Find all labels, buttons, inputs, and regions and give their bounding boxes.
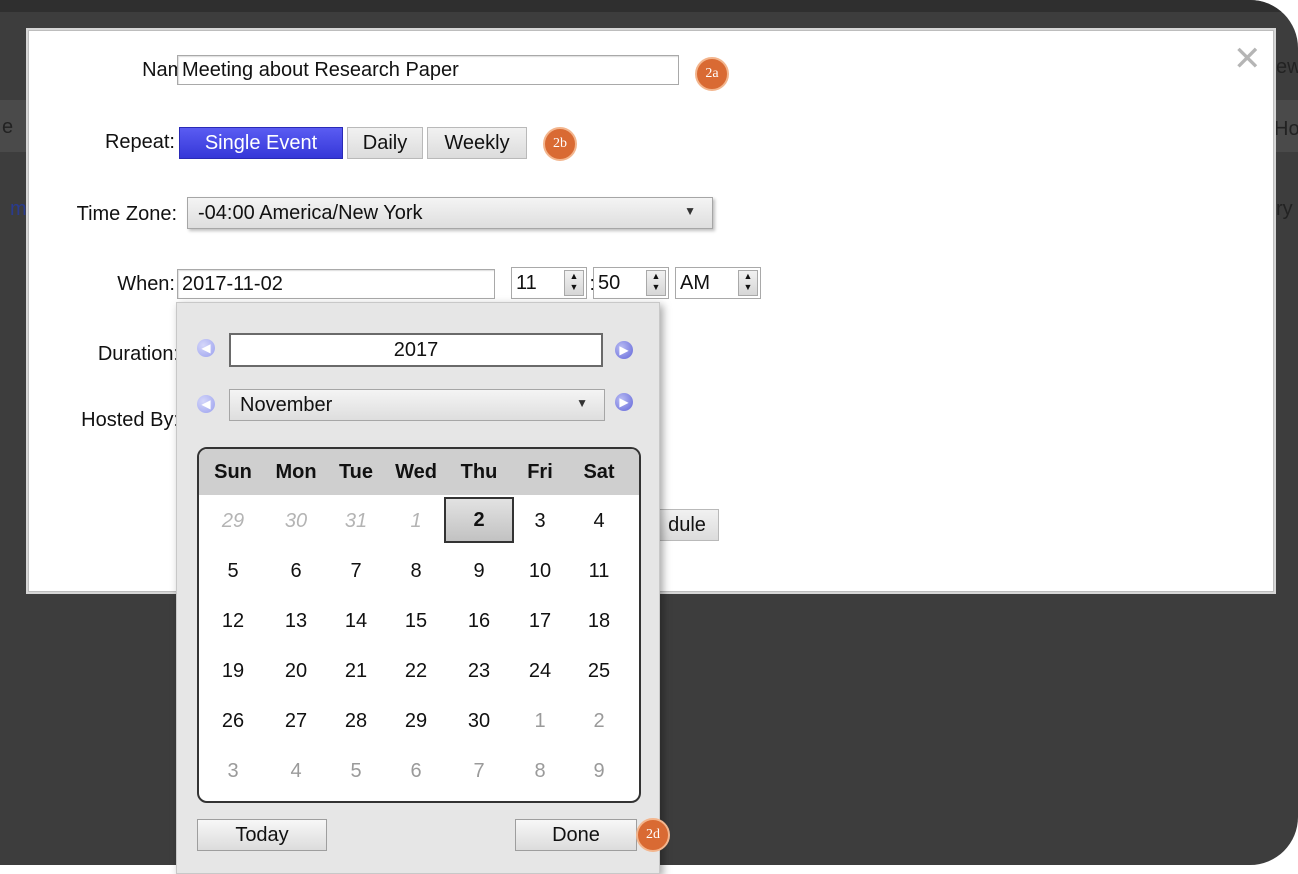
name-input[interactable]	[177, 55, 679, 85]
weekday-mon: Mon	[275, 460, 317, 483]
day-cell[interactable]: 12	[202, 597, 264, 645]
chevron-down-icon: ▼	[576, 396, 588, 410]
chevron-down-icon: ▼	[684, 204, 696, 218]
schedule-button-label: dule	[668, 513, 706, 536]
timezone-value: -04:00 America/New York	[198, 201, 423, 224]
day-cell[interactable]: 11	[568, 547, 630, 595]
hour-value: 11	[516, 271, 537, 294]
day-cell[interactable]: 6	[385, 747, 447, 795]
repeat-daily-button[interactable]: Daily	[347, 127, 423, 159]
day-cell[interactable]: 29	[385, 697, 447, 745]
day-cell[interactable]: 3	[202, 747, 264, 795]
day-cell[interactable]: 28	[325, 697, 387, 745]
day-cell[interactable]: 29	[202, 497, 264, 545]
day-cell[interactable]: 3	[509, 497, 571, 545]
weekday-thu: Thu	[460, 460, 498, 483]
weekday-fri: Fri	[527, 460, 553, 483]
spinner-arrows-icon[interactable]: ▲ ▼	[646, 270, 666, 296]
repeat-label: Repeat:	[104, 131, 175, 153]
repeat-single-event-button[interactable]: Single Event	[179, 127, 343, 159]
day-cell[interactable]: 14	[325, 597, 387, 645]
day-cell[interactable]: 5	[202, 547, 264, 595]
weekday-wed: Wed	[395, 460, 437, 483]
day-cell[interactable]: 19	[202, 647, 264, 695]
day-cell[interactable]: 8	[385, 547, 447, 595]
weekday-tue: Tue	[338, 460, 374, 483]
day-cell[interactable]: 1	[509, 697, 571, 745]
hosted-by-label: Hosted By:	[81, 409, 179, 431]
month-value: November	[240, 393, 333, 416]
day-cell[interactable]: 8	[509, 747, 571, 795]
overlay-top-edge	[0, 0, 1298, 12]
day-cell[interactable]: 16	[448, 597, 510, 645]
day-cell[interactable]: 4	[568, 497, 630, 545]
weekday-sat: Sat	[583, 460, 615, 483]
day-cell[interactable]: 18	[568, 597, 630, 645]
day-cell[interactable]: 2	[568, 697, 630, 745]
prev-year-icon[interactable]: ◀	[197, 339, 215, 357]
day-cell[interactable]: 21	[325, 647, 387, 695]
background-text-right-2: Ho	[1274, 118, 1298, 140]
day-cell[interactable]: 26	[202, 697, 264, 745]
day-cell[interactable]: 5	[325, 747, 387, 795]
calendar-grid: Sun Mon Tue Wed Thu Fri Sat 29 30 31 1 2 3 4 5 6 7 8 9 10 1…	[197, 447, 641, 803]
background-text-left: e	[2, 116, 14, 138]
background-text-right-3: ry	[1276, 198, 1293, 220]
annotation-badge-2b: 2b	[543, 127, 577, 161]
year-display[interactable]: 2017	[229, 333, 603, 367]
weekday-sun: Sun	[214, 460, 252, 483]
day-cell[interactable]: 4	[265, 747, 327, 795]
day-cell[interactable]: 24	[509, 647, 571, 695]
when-label: When:	[117, 273, 175, 295]
day-cell[interactable]: 6	[265, 547, 327, 595]
spinner-arrows-icon[interactable]: ▲ ▼	[738, 270, 758, 296]
day-cell[interactable]: 7	[448, 747, 510, 795]
duration-label: Duration:	[97, 343, 179, 365]
day-cell[interactable]: 25	[568, 647, 630, 695]
selected-day-cell[interactable]: 2	[444, 497, 514, 543]
timezone-label: Time Zone:	[76, 203, 177, 225]
date-picker: ◀ 2017 ▶ ◀ November ▼ ▶ Sun Mon Tue Wed Thu F…	[176, 302, 660, 874]
date-input[interactable]	[177, 269, 495, 299]
spinner-arrows-icon[interactable]: ▲ ▼	[564, 270, 584, 296]
minute-spinner[interactable]: 50 ▲ ▼	[593, 267, 669, 299]
day-cell[interactable]: 31	[325, 497, 387, 545]
annotation-badge-2d: 2d	[636, 818, 670, 852]
next-month-icon[interactable]: ▶	[615, 393, 633, 411]
background-link-left: m	[10, 198, 27, 220]
day-cell[interactable]: 17	[509, 597, 571, 645]
repeat-weekly-button[interactable]: Weekly	[427, 127, 527, 159]
close-icon[interactable]: ✕	[1233, 42, 1262, 76]
day-cell[interactable]: 7	[325, 547, 387, 595]
day-cell[interactable]: 30	[265, 497, 327, 545]
today-button[interactable]: Today	[197, 819, 327, 851]
minute-value: 50	[598, 271, 621, 294]
day-cell[interactable]: 27	[265, 697, 327, 745]
day-cell[interactable]: 30	[448, 697, 510, 745]
day-cell[interactable]: 10	[509, 547, 571, 595]
day-cell[interactable]: 22	[385, 647, 447, 695]
prev-month-icon[interactable]: ◀	[197, 395, 215, 413]
timezone-select[interactable]: -04:00 America/New York ▼	[187, 197, 713, 229]
ampm-value: AM	[680, 271, 710, 294]
day-cell[interactable]: 9	[568, 747, 630, 795]
hour-spinner[interactable]: 11 ▲ ▼	[511, 267, 587, 299]
done-button[interactable]: Done	[515, 819, 637, 851]
day-cell[interactable]: 9	[448, 547, 510, 595]
annotation-badge-2a: 2a	[695, 57, 729, 91]
day-cell[interactable]: 15	[385, 597, 447, 645]
day-cell[interactable]: 23	[448, 647, 510, 695]
day-cell[interactable]: 1	[385, 497, 447, 545]
next-year-icon[interactable]: ▶	[615, 341, 633, 359]
day-cell[interactable]: 20	[265, 647, 327, 695]
day-cell[interactable]: 13	[265, 597, 327, 645]
month-select[interactable]: November ▼	[229, 389, 605, 421]
ampm-spinner[interactable]: AM ▲ ▼	[675, 267, 761, 299]
background-text-right: ew	[1276, 56, 1298, 78]
